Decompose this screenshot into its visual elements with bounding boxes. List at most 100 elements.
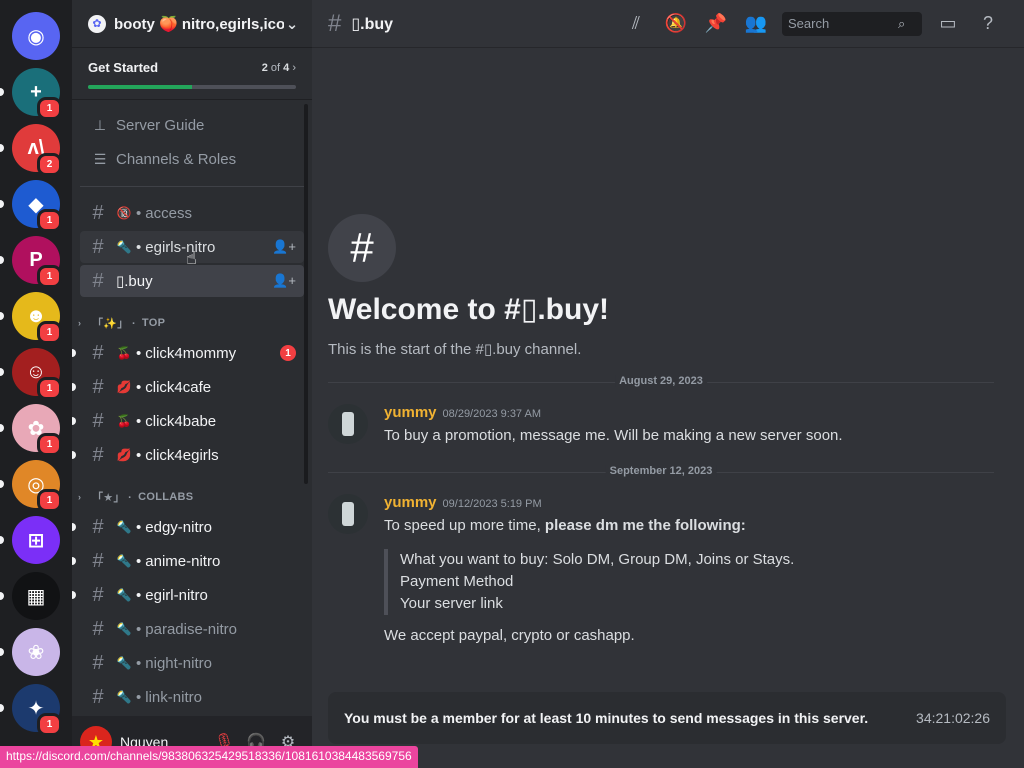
mention-badge: 2 xyxy=(37,153,62,176)
progress-bar xyxy=(88,85,296,89)
category-decoration: 「✨」 · xyxy=(92,318,136,330)
avatar[interactable] xyxy=(328,494,368,534)
unread-pill xyxy=(0,592,4,600)
message-timestamp: 09/12/2023 5:19 PM xyxy=(442,498,542,510)
server-icon-1[interactable]: ◉ xyxy=(12,12,60,60)
channel-night-nitro[interactable]: # 🔦 • night-nitro xyxy=(80,647,304,679)
channel-click4egirls[interactable]: # 💋 • click4egirls xyxy=(72,439,304,471)
mention-badge: 1 xyxy=(37,321,62,344)
message[interactable]: yummy 09/12/2023 5:19 PM To speed up more… xyxy=(328,494,988,647)
channel-emoji: 🍒 xyxy=(116,346,132,360)
server-icon-7[interactable]: ☺ 1 xyxy=(12,348,62,400)
chat-area: # ▯.buy ⫽ 🔕 📌 👥 ⌕ ▭ ? # Welcome to #▯.bu… xyxy=(312,0,1024,768)
unread-pill xyxy=(72,591,76,599)
server-icon-8[interactable]: ✿ 1 xyxy=(12,404,62,456)
channel-access[interactable]: # 🔞 • access xyxy=(80,197,304,229)
members-icon[interactable]: 👥 xyxy=(736,13,776,34)
server-icon-9[interactable]: ◎ 1 xyxy=(12,460,62,512)
channel-title: ▯.buy xyxy=(351,15,394,33)
unread-pill xyxy=(72,523,76,531)
channel-emoji: 🔞 xyxy=(116,206,132,220)
chevron-icon: › xyxy=(78,492,82,502)
invite-icon[interactable]: 👤+ xyxy=(272,273,296,289)
avatar[interactable] xyxy=(328,404,368,444)
invite-icon[interactable]: 👤+ xyxy=(272,239,296,255)
channel-link-nitro[interactable]: # 🔦 • link-nitro xyxy=(80,681,304,713)
separator-dot: • xyxy=(136,518,142,536)
separator-dot: • xyxy=(136,654,142,672)
server-rail: ◉ +1 ʌ\ 2 ◆ 1 P 1 ☻ 1 ☺ 1 ✿ 1 ◎ 1 ⊞ ▦ ❀ ✦ 1 xyxy=(0,0,72,768)
countdown-timer: 34:21:02:26 xyxy=(916,710,990,726)
message-author[interactable]: yummy xyxy=(384,404,437,421)
chevron-right-icon: › xyxy=(292,61,296,74)
channel-click4cafe[interactable]: # 💋 • click4cafe xyxy=(72,371,304,403)
channel-emoji: 💋 xyxy=(116,448,132,462)
hash-icon: # xyxy=(92,269,104,292)
unread-pill xyxy=(0,144,4,152)
locked-composer-notice: You must be a member for at least 10 min… xyxy=(328,692,1006,744)
unread-pill xyxy=(0,648,4,656)
unread-pill xyxy=(72,383,76,391)
welcome-title: Welcome to #▯.buy! xyxy=(328,293,610,326)
threads-icon[interactable]: ⫽ xyxy=(616,13,656,34)
channel--buy[interactable]: # ▯.buy 👤+ xyxy=(80,265,304,297)
mute-bell-icon[interactable]: 🔕 xyxy=(656,13,696,34)
channel-emoji: 🔦 xyxy=(116,690,132,704)
channel-label: anime-nitro xyxy=(145,552,221,570)
server-icon-12[interactable]: ❀ xyxy=(12,628,60,676)
inbox-icon[interactable]: ▭ xyxy=(928,13,968,34)
server-icon-5[interactable]: P1 xyxy=(12,236,62,288)
unread-pill xyxy=(0,312,4,320)
get-started-panel[interactable]: Get Started 2 of 4 › xyxy=(72,48,312,100)
nav-server-guide[interactable]: ⊥ Server Guide xyxy=(80,108,304,142)
category-collabs[interactable]: › 「★」 · COLLABS xyxy=(72,485,312,509)
mention-badge: 1 xyxy=(37,97,62,120)
server-icon-4[interactable]: ◆ 1 xyxy=(12,180,62,232)
channel-hash-icon: # xyxy=(328,214,396,282)
channel-label: egirls-nitro xyxy=(145,238,216,256)
hash-icon: # xyxy=(92,375,104,398)
pin-icon[interactable]: 📌 xyxy=(696,13,736,34)
channel-emoji: 🔦 xyxy=(116,622,132,636)
server-icon-6[interactable]: ☻ 1 xyxy=(12,292,62,344)
message-author[interactable]: yummy xyxy=(384,494,437,511)
unread-pill xyxy=(72,451,76,459)
category-top[interactable]: › 「✨」 · TOP xyxy=(72,311,312,335)
signpost-icon: ⊥ xyxy=(93,116,107,133)
channel-paradise-nitro[interactable]: # 🔦 • paradise-nitro xyxy=(80,613,304,645)
channel-click4babe[interactable]: # 🍒 • click4babe xyxy=(72,405,304,437)
search-input[interactable] xyxy=(788,16,898,31)
separator-dot: • xyxy=(136,344,142,362)
sidebar-scrollbar[interactable] xyxy=(304,104,308,484)
server-icon-10[interactable]: ⊞ xyxy=(12,516,60,564)
separator-dot: • xyxy=(136,238,142,256)
channel-egirl-nitro[interactable]: # 🔦 • egirl-nitro xyxy=(72,579,304,611)
channel-sidebar: ✿ booty 🍑 nitro,egirls,ico ⌄ Get Started… xyxy=(72,0,312,768)
channel-anime-nitro[interactable]: # 🔦 • anime-nitro xyxy=(72,545,304,577)
server-header[interactable]: ✿ booty 🍑 nitro,egirls,ico ⌄ xyxy=(72,0,312,48)
channel-emoji: 🔦 xyxy=(116,656,132,670)
date-divider: September 12, 2023 xyxy=(328,465,994,477)
message[interactable]: yummy 08/29/2023 9:37 AM To buy a promoti… xyxy=(328,404,988,447)
server-icon-11[interactable]: ▦ xyxy=(12,572,60,620)
server-icon-3[interactable]: ʌ\ 2 xyxy=(12,124,62,176)
channel-edgy-nitro[interactable]: # 🔦 • edgy-nitro xyxy=(72,511,304,543)
chevron-icon: › xyxy=(78,318,82,328)
discord-window: ◉ +1 ʌ\ 2 ◆ 1 P 1 ☻ 1 ☺ 1 ✿ 1 ◎ 1 ⊞ ▦ ❀ ✦ 1 ✿ booty 🍑 nitro,… xyxy=(0,0,1024,768)
search-box[interactable]: ⌕ xyxy=(782,11,922,36)
unread-pill xyxy=(72,349,76,357)
server-icon-2[interactable]: +1 xyxy=(12,68,62,120)
channel-label: click4cafe xyxy=(145,378,212,396)
help-icon[interactable]: ? xyxy=(968,13,1008,34)
nav-channels-roles[interactable]: ☰ Channels & Roles xyxy=(80,142,304,176)
channel-click4mommy[interactable]: # 🍒 • click4mommy 1 xyxy=(72,337,304,369)
channel-label: access xyxy=(145,204,192,222)
server-icon-13[interactable]: ✦ 1 xyxy=(12,684,62,736)
separator-dot: • xyxy=(136,688,142,706)
nav-label: Server Guide xyxy=(116,116,205,134)
category-decoration: 「★」 · xyxy=(92,492,133,504)
unread-pill xyxy=(0,536,4,544)
hash-icon: # xyxy=(92,201,104,224)
separator-dot: • xyxy=(136,620,142,638)
mention-badge: 1 xyxy=(37,265,62,288)
